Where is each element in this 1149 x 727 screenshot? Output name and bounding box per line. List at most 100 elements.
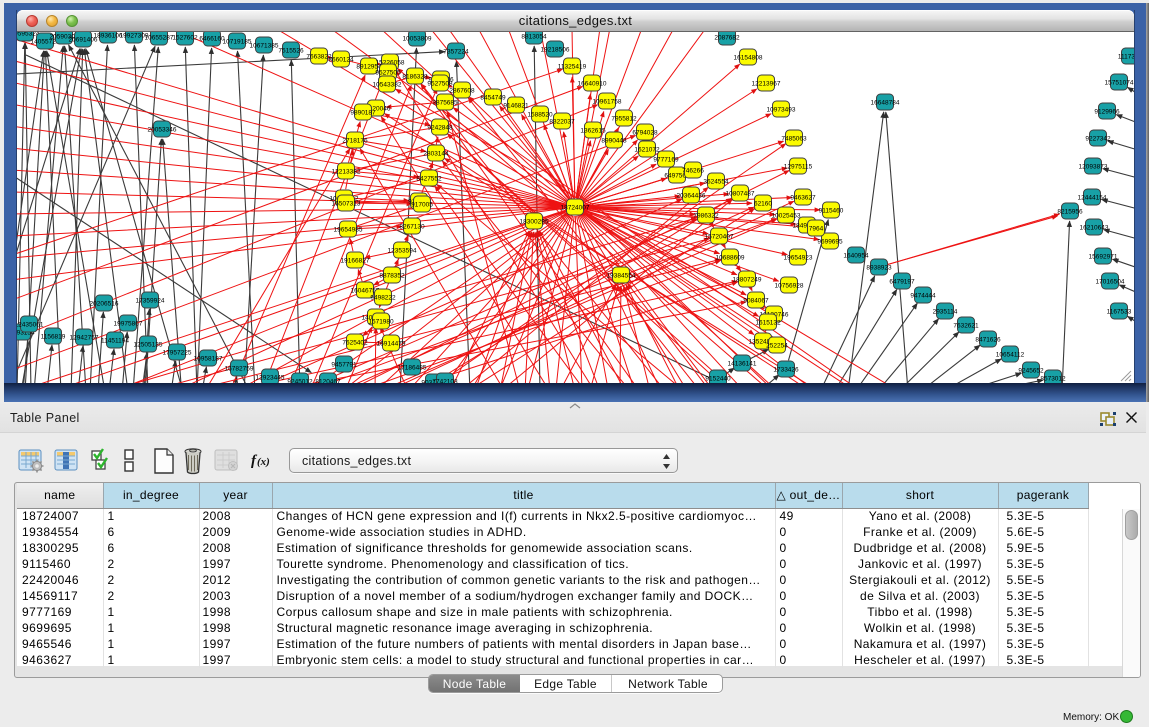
svg-text:2087682: 2087682 [714,34,740,41]
svg-text:2935114: 2935114 [933,308,958,315]
svg-text:16914479: 16914479 [377,340,406,347]
svg-text:19384554: 19384554 [607,272,636,279]
svg-text:20364436: 20364436 [677,192,706,199]
svg-text:17957225: 17957225 [163,349,192,356]
svg-text:9890187: 9890187 [350,109,376,116]
svg-text:10543382: 10543382 [373,81,402,88]
svg-text:1117304: 1117304 [1118,53,1134,60]
svg-text:10671385: 10671385 [250,42,279,49]
svg-text:20206516: 20206516 [90,300,119,307]
svg-text:3624554: 3624554 [703,178,729,185]
svg-text:12444154: 12444154 [1078,194,1107,201]
svg-text:8938923: 8938923 [866,264,892,271]
svg-text:9527505: 9527505 [375,69,401,76]
svg-text:9699695: 9699695 [817,238,843,245]
svg-text:8120467: 8120467 [315,378,341,383]
svg-text:12942757: 12942757 [70,334,99,341]
svg-text:10973493: 10973493 [767,106,796,113]
svg-text:8990448: 8990448 [601,137,627,144]
svg-text:12505135: 12505135 [134,341,163,348]
svg-text:1571980: 1571980 [368,318,394,325]
svg-text:18807249: 18807249 [733,276,762,283]
svg-text:8813054: 8813054 [521,33,547,40]
svg-text:9498222: 9498222 [370,294,396,301]
svg-text:1156819: 1156819 [41,333,66,340]
svg-text:7986322: 7986322 [693,212,719,219]
svg-text:7625402: 7625402 [342,339,368,346]
svg-text:12093873: 12093873 [1079,163,1108,170]
svg-text:9457791: 9457791 [331,361,357,368]
svg-text:12435061: 12435061 [17,321,44,328]
svg-text:7357224: 7357224 [443,48,469,55]
svg-text:10025453: 10025453 [772,212,801,219]
svg-text:8186328: 8186328 [402,73,428,80]
svg-text:9527508: 9527508 [427,80,453,87]
svg-text:16640910: 16640910 [578,80,607,87]
svg-text:7742108: 7742108 [432,378,458,383]
svg-text:8427552: 8427552 [416,175,442,182]
svg-text:8267130: 8267130 [399,223,425,230]
svg-text:19975867: 19975867 [114,320,143,327]
svg-text:7955812: 7955812 [611,115,637,122]
svg-text:10688609: 10688609 [716,254,745,261]
svg-text:2803144: 2803144 [423,150,449,157]
svg-text:8454749: 8454749 [480,94,506,101]
svg-text:19654923: 19654923 [784,254,813,261]
svg-text:16507313: 16507313 [332,200,361,207]
svg-text:9242848: 9242848 [427,124,453,131]
svg-text:9474444: 9474444 [910,292,936,299]
svg-text:10719185: 10719185 [223,38,252,45]
svg-text:1733426: 1733426 [773,366,799,373]
svg-text:9777169: 9777169 [653,156,679,163]
svg-text:2718176: 2718176 [342,137,368,144]
svg-text:10958187: 10958187 [194,355,223,362]
svg-text:18724007: 18724007 [561,204,590,211]
svg-text:17016504: 17016504 [1096,278,1125,285]
svg-text:746266: 746266 [682,167,704,174]
svg-text:9129966: 9129966 [1094,108,1120,115]
svg-text:8215956: 8215956 [1057,208,1083,215]
svg-text:20053346: 20053346 [148,126,177,133]
svg-text:9463627: 9463627 [790,194,816,201]
svg-text:10961758: 10961758 [593,98,622,105]
svg-text:1588520: 1588520 [527,111,553,118]
svg-text:15751074: 15751074 [1105,79,1134,86]
svg-text:6794028: 6794028 [632,129,658,136]
svg-text:7964: 7964 [809,225,824,232]
svg-text:8322037: 8322037 [549,118,575,125]
svg-text:9245652: 9245652 [1018,367,1044,374]
svg-text:16154808: 16154808 [734,54,763,61]
svg-text:9245012: 9245012 [287,378,313,383]
svg-text:17359924: 17359924 [136,297,165,304]
svg-text:917005: 917005 [411,201,433,208]
svg-text:18300295: 18300295 [520,218,549,225]
svg-text:15720407: 15720407 [705,233,734,240]
svg-text:1615132: 1615132 [755,319,781,326]
svg-text:1527602: 1527602 [172,34,198,41]
svg-text:11325419: 11325419 [558,63,587,70]
svg-text:10756928: 10756928 [775,282,804,289]
svg-text:7485063: 7485063 [781,135,807,142]
svg-text:16782759: 16782759 [225,365,254,372]
svg-text:252254: 252254 [766,342,788,349]
svg-text:10655287: 10655287 [145,34,174,41]
svg-text:(x): (x) [257,456,270,468]
svg-text:12923445: 12923445 [256,374,285,381]
svg-text:8660124: 8660124 [328,56,354,63]
svg-text:3875685: 3875685 [432,99,458,106]
svg-text:10807487: 10807487 [726,190,755,197]
svg-text:10053809: 10053809 [403,35,432,42]
svg-text:9152440: 9152440 [705,375,731,382]
svg-text:6466160: 6466160 [199,35,225,42]
svg-text:1167533: 1167533 [1107,308,1132,315]
svg-text:9227342: 9227342 [1085,135,1111,142]
svg-text:8471626: 8471626 [975,336,1001,343]
svg-text:1621072: 1621072 [634,146,660,153]
svg-text:10654112: 10654112 [996,351,1025,358]
svg-text:12213967: 12213967 [752,80,781,87]
svg-text:1362615: 1362615 [580,127,606,134]
svg-text:16648784: 16648784 [871,99,900,106]
svg-text:2867608: 2867608 [449,87,475,94]
svg-text:18936106: 18936106 [94,32,123,39]
svg-text:8573012: 8573012 [1040,375,1066,382]
